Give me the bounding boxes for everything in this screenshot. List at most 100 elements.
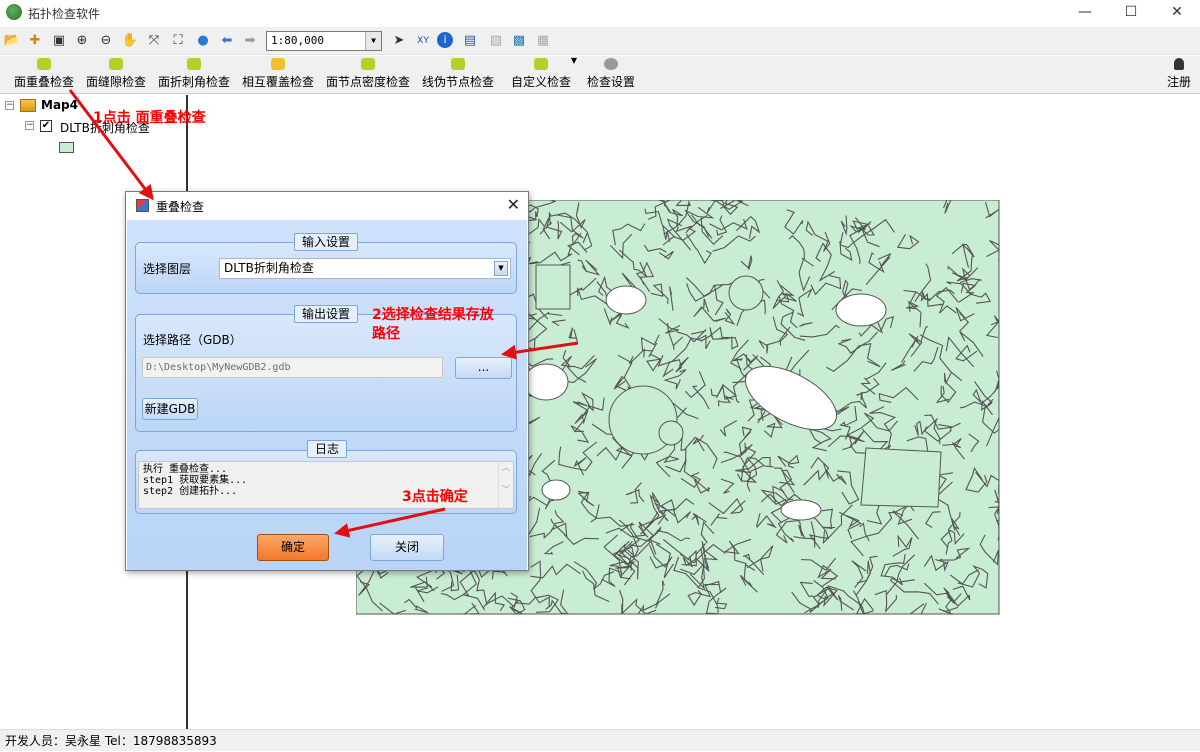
register-label: 注册 [1166, 75, 1191, 89]
open-icon[interactable]: 📂 [3, 32, 21, 50]
chevron-down-icon[interactable]: ▼ [494, 261, 508, 276]
dialog-title: 重叠检查 [156, 200, 205, 214]
map-node-label[interactable]: Map4 [41, 98, 78, 112]
input-settings-title: 输入设置 [294, 233, 358, 251]
back-icon[interactable]: ⬅ [218, 32, 236, 50]
white-gap-polygon [780, 499, 822, 521]
window-title: 拓扑检查软件 [28, 7, 101, 21]
dropdown-arrow-icon[interactable]: ▼ [571, 56, 577, 65]
layer-symbol-swatch [59, 142, 74, 153]
layer-select-value: DLTB折刺角检查 [224, 261, 314, 275]
density-icon [361, 58, 375, 70]
annotation-step2-line1: 2选择检查结果存放 [372, 307, 494, 323]
check-settings-label: 检查设置 [586, 75, 635, 89]
gap-icon [109, 58, 123, 70]
cover-icon [271, 58, 285, 70]
close-window-button[interactable]: ✕ [1154, 0, 1200, 26]
gap-check-label: 面缝隙检查 [85, 75, 146, 89]
pseudo-node-icon [451, 58, 465, 70]
app-globe-icon [6, 4, 22, 20]
scale-value: 1:80,000 [271, 34, 324, 47]
mutual-cover-check-label: 相互覆盖检查 [241, 75, 314, 89]
title-bar: 拓扑检查软件 — ☐ ✕ [0, 0, 1200, 26]
zoom-extent-icon[interactable]: ⛶ [169, 32, 187, 50]
white-gap-polygon [523, 363, 569, 401]
mutual-cover-check-button[interactable]: 相互覆盖检查 [241, 58, 315, 92]
annotation-step2-line2: 路径 [372, 326, 400, 342]
identify-icon[interactable]: i [437, 32, 453, 48]
developer-info: 开发人员：吴永星 Tel：18798835893 [5, 734, 217, 748]
white-gap-polygon [605, 285, 647, 315]
dialog-app-icon [136, 199, 149, 212]
layout-icon[interactable]: ▧ [487, 32, 505, 50]
chevron-down-icon[interactable]: ▼ [365, 32, 381, 50]
maximize-button[interactable]: ☐ [1108, 0, 1154, 26]
white-gap-polygon [541, 479, 571, 501]
gear-icon [604, 58, 618, 70]
register-button[interactable]: 注册 [1165, 58, 1193, 92]
save-icon[interactable]: ▣ [50, 32, 68, 50]
rect-polygon [535, 264, 571, 310]
spike-angle-check-label: 面折刺角检查 [157, 75, 230, 89]
overlap-check-label: 面重叠检查 [13, 75, 74, 89]
status-bar: 开发人员：吴永星 Tel：18798835893 [0, 729, 1200, 751]
dialog-title-bar[interactable]: 重叠检查 ✕ [126, 192, 528, 220]
overlap-check-button[interactable]: 面重叠检查 [13, 58, 75, 92]
pan-icon[interactable]: ✋ [121, 32, 139, 50]
forward-icon[interactable]: ➡ [241, 32, 259, 50]
log-title: 日志 [307, 440, 347, 458]
full-extent-icon[interactable]: ⤧ [145, 32, 163, 50]
export-icon[interactable]: ▦ [534, 32, 552, 50]
pseudo-node-check-label: 线伪节点检查 [421, 75, 494, 89]
check-settings-button[interactable]: 检查设置 [586, 58, 636, 92]
custom-icon [534, 58, 548, 70]
map-icon[interactable]: ▩ [510, 32, 528, 50]
spike-icon [187, 58, 201, 70]
pseudo-node-check-button[interactable]: 线伪节点检查 [421, 58, 495, 92]
custom-check-button[interactable]: 自定义检查 ▼ [505, 56, 577, 92]
annotation-step3: 3点击确定 [402, 489, 468, 505]
zoom-out-icon[interactable]: ⊖ [97, 32, 115, 50]
select-icon[interactable]: ➤ [390, 32, 408, 50]
rect-polygon [860, 447, 942, 508]
log-scrollbar[interactable]: ︿ ﹀ [498, 462, 513, 508]
gdb-path-field[interactable]: D:\Desktop\MyNewGDB2.gdb [142, 357, 443, 378]
custom-check-label: 自定义检查 [510, 75, 571, 89]
user-icon [1174, 58, 1184, 70]
collapse-layer-icon[interactable]: − [25, 121, 34, 130]
gap-check-button[interactable]: 面缝隙检查 [85, 58, 147, 92]
log-line: 执行 重叠检查... [143, 464, 228, 475]
measure-icon[interactable]: ▤ [461, 32, 479, 50]
node-density-check-label: 面节点密度检查 [325, 75, 410, 89]
zoom-in-icon[interactable]: ⊕ [73, 32, 91, 50]
white-gap-polygon [835, 293, 887, 327]
scale-combo[interactable]: 1:80,000 ▼ [266, 31, 382, 51]
close-dialog-button[interactable]: 关闭 [370, 534, 444, 561]
add-data-icon[interactable]: ✚ [26, 32, 44, 50]
layers-icon [20, 99, 36, 112]
output-settings-title: 输出设置 [294, 305, 358, 323]
node-density-check-button[interactable]: 面节点密度检查 [325, 58, 411, 92]
circle-polygon [658, 420, 684, 446]
dialog-body: 输入设置 选择图层 DLTB折刺角检查 ▼ 输出设置 选择路径（GDB） D:\… [127, 220, 527, 570]
minimize-button[interactable]: — [1062, 0, 1108, 26]
ok-button[interactable]: 确定 [257, 534, 329, 561]
path-label: 选择路径（GDB） [143, 333, 242, 347]
overlap-icon [37, 58, 51, 70]
layer-visibility-checkbox[interactable]: ✔ [40, 120, 52, 132]
overlap-check-dialog: 重叠检查 ✕ 输入设置 选择图层 DLTB折刺角检查 ▼ 输出设置 选择路径（G… [125, 191, 529, 571]
xy-icon[interactable]: XY [414, 32, 432, 50]
collapse-map-icon[interactable]: − [5, 101, 14, 110]
annotation-step1: 1点击 面重叠检查 [93, 110, 206, 126]
check-toolbar: 面重叠检查 面缝隙检查 面折刺角检查 相互覆盖检查 面节点密度检查 线伪节点检查… [0, 56, 1200, 94]
new-gdb-button[interactable]: 新建GDB [142, 398, 198, 420]
layer-label: 选择图层 [143, 262, 192, 276]
circle-polygon [728, 275, 764, 311]
map-toolbar: 📂 ✚ ▣ ⊕ ⊖ ✋ ⤧ ⛶ ● ⬅ ➡ 1:80,000 ▼ ➤ XY i … [0, 27, 1200, 55]
log-line: step1 获取要素集... [143, 475, 248, 486]
layer-select[interactable]: DLTB折刺角检查 ▼ [219, 258, 511, 279]
globe-icon[interactable]: ● [194, 32, 212, 50]
browse-button[interactable]: ... [455, 357, 512, 379]
dialog-close-icon[interactable]: ✕ [507, 195, 520, 214]
spike-angle-check-button[interactable]: 面折刺角检查 [157, 58, 231, 92]
